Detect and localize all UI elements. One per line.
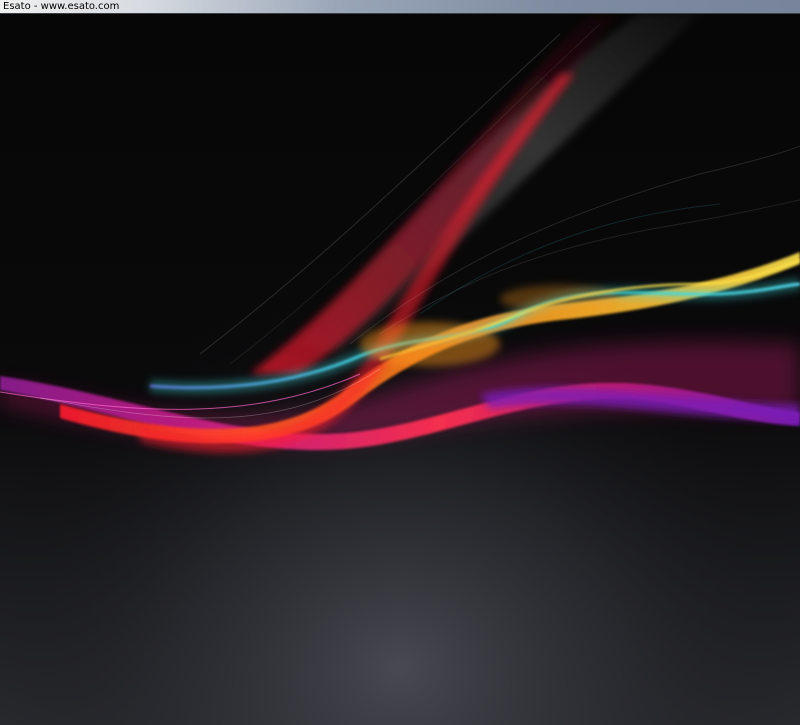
wallpaper-image <box>0 14 800 725</box>
window-title: Esato - www.esato.com <box>3 1 120 12</box>
title-bar[interactable]: Esato - www.esato.com <box>0 0 800 14</box>
window: Esato - www.esato.com <box>0 0 800 725</box>
